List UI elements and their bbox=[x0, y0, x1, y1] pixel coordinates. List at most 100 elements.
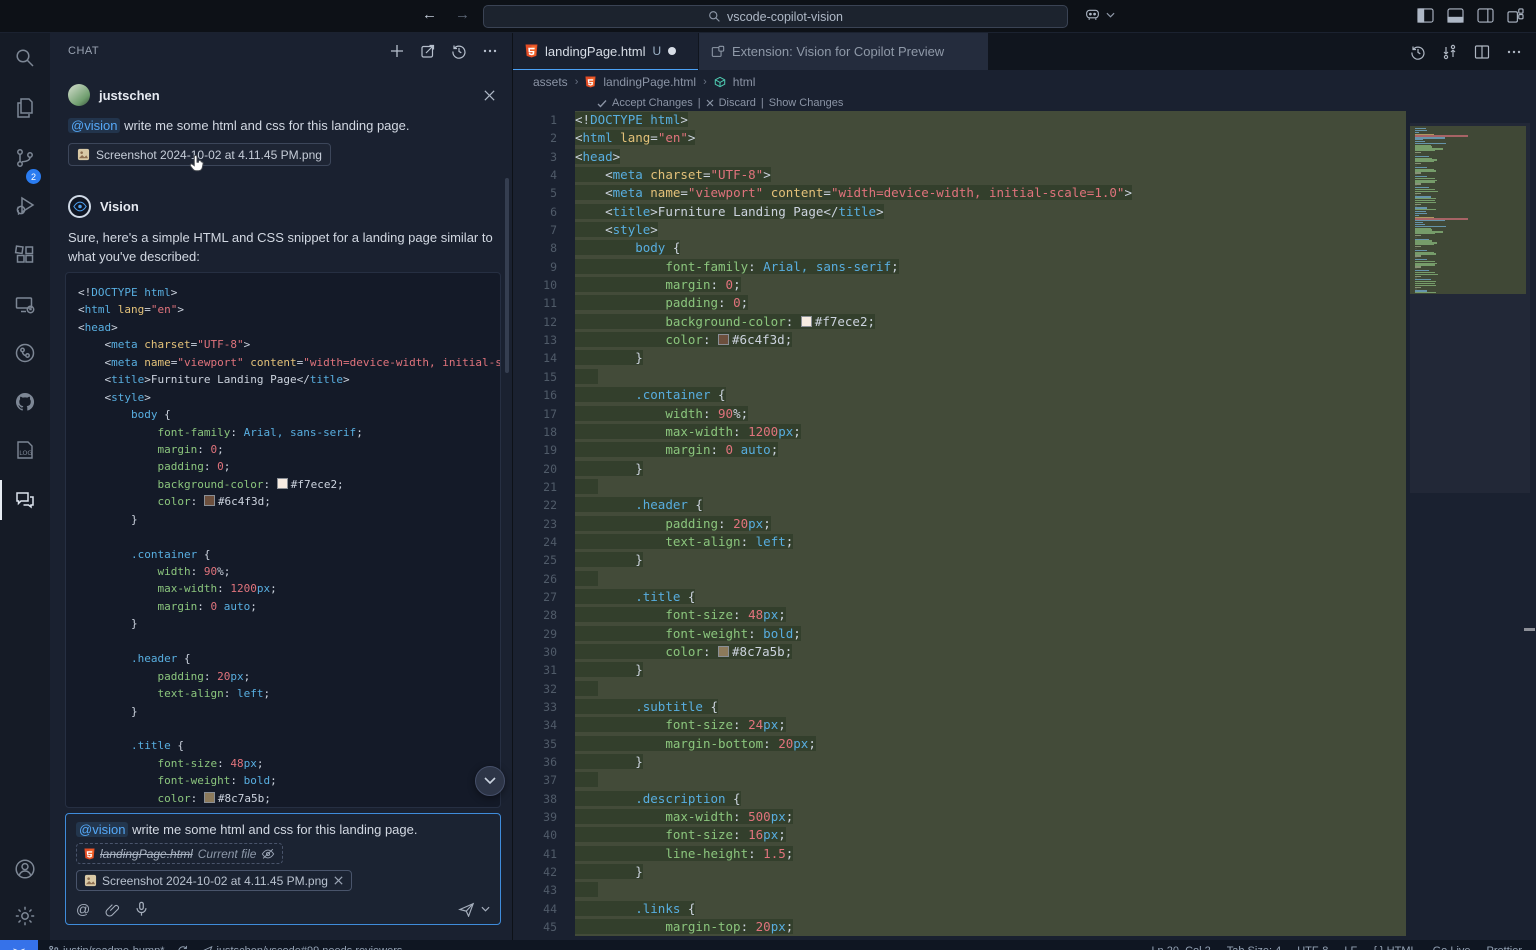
chat-input-text[interactable]: @vision write me some html and css for t… bbox=[76, 822, 490, 837]
status-item[interactable]: LF bbox=[1344, 945, 1357, 950]
git-graph-view-icon[interactable] bbox=[13, 341, 37, 365]
show-changes-link[interactable]: Show Changes bbox=[769, 97, 844, 109]
chat-history-icon[interactable] bbox=[451, 43, 467, 59]
chat-scrollbar[interactable] bbox=[505, 178, 509, 373]
status-item[interactable]: Go Live bbox=[1433, 945, 1471, 950]
toggle-secondary-sidebar-icon[interactable] bbox=[1477, 8, 1494, 23]
sync-icon[interactable] bbox=[177, 945, 189, 950]
back-arrow-icon[interactable]: ← bbox=[422, 6, 437, 23]
diff-inserted-text bbox=[575, 369, 598, 384]
search-view-icon[interactable] bbox=[13, 46, 37, 70]
vision-mention-chip[interactable]: @vision bbox=[68, 118, 120, 133]
code-editor[interactable]: 1<!DOCTYPE html>2<html lang="en">3<head>… bbox=[513, 111, 1406, 950]
code-token bbox=[78, 530, 98, 543]
gutter-spacer bbox=[557, 441, 575, 459]
assistant-message-header: Vision bbox=[68, 193, 139, 219]
code-token: DOCTYPE bbox=[91, 286, 137, 299]
export-chat-icon[interactable] bbox=[420, 43, 436, 59]
open-changes-icon[interactable] bbox=[1442, 44, 1458, 60]
chat-code-line: } bbox=[78, 703, 500, 720]
git-branch-item[interactable]: justin/readme-bump* bbox=[48, 945, 165, 950]
diff-inserted-text: width: 90%; bbox=[575, 406, 748, 421]
code-token: = bbox=[650, 130, 658, 145]
send-message-icon[interactable] bbox=[458, 902, 475, 917]
tab-extension-preview[interactable]: Extension: Vision for Copilot Preview bbox=[698, 33, 988, 70]
microphone-icon[interactable] bbox=[135, 901, 148, 917]
code-token: < bbox=[78, 303, 85, 316]
code-token: 20 bbox=[733, 516, 748, 531]
split-editor-icon[interactable] bbox=[1474, 44, 1490, 60]
new-chat-icon[interactable] bbox=[389, 43, 405, 59]
code-token: margin bbox=[665, 277, 710, 292]
gutter-spacer bbox=[557, 276, 575, 294]
close-message-icon[interactable] bbox=[483, 89, 496, 102]
code-token: margin bbox=[665, 442, 710, 457]
minimap[interactable] bbox=[1410, 93, 1536, 950]
pr-status-item[interactable]: justschen/vscode#99 needs reviewers bbox=[201, 945, 403, 950]
status-item[interactable]: Ln 20, Col 2 bbox=[1151, 945, 1210, 950]
remote-explorer-view-icon[interactable] bbox=[13, 293, 37, 317]
scroll-to-bottom-button[interactable] bbox=[475, 766, 505, 796]
chat-input-box[interactable]: @vision write me some html and css for t… bbox=[65, 813, 501, 925]
settings-gear-icon[interactable] bbox=[13, 904, 37, 928]
gutter-spacer bbox=[557, 148, 575, 166]
code-token: margin bbox=[157, 600, 197, 613]
code-token: "UTF-8" bbox=[711, 167, 764, 182]
run-debug-view-icon[interactable] bbox=[13, 194, 37, 218]
status-item[interactable]: Prettier bbox=[1487, 945, 1522, 950]
code-token: color bbox=[665, 332, 703, 347]
discard-link[interactable]: Discard bbox=[719, 97, 756, 109]
customize-layout-icon[interactable] bbox=[1507, 8, 1524, 23]
current-file-context-chip[interactable]: landingPage.html Current file bbox=[76, 843, 283, 864]
remove-attachment-icon[interactable] bbox=[333, 875, 344, 886]
breadcrumb-folder[interactable]: assets bbox=[533, 75, 568, 89]
accept-changes-link[interactable]: Accept Changes bbox=[612, 97, 693, 109]
code-token bbox=[575, 809, 665, 824]
tab-label: Extension: Vision for Copilot Preview bbox=[732, 44, 944, 59]
chat-view-icon[interactable] bbox=[13, 488, 37, 512]
explorer-view-icon[interactable] bbox=[13, 96, 37, 120]
forward-arrow-icon[interactable]: → bbox=[455, 6, 470, 23]
accounts-icon[interactable] bbox=[13, 857, 37, 881]
code-token: ; bbox=[778, 717, 786, 732]
gutter-spacer bbox=[557, 680, 575, 698]
color-swatch bbox=[277, 478, 288, 489]
tab-landingpage[interactable]: landingPage.html U bbox=[513, 33, 698, 70]
gutter-spacer bbox=[557, 771, 575, 789]
code-token: { bbox=[197, 548, 210, 561]
attach-file-icon[interactable] bbox=[105, 902, 120, 917]
source-control-view-icon[interactable] bbox=[13, 146, 37, 170]
code-token bbox=[575, 497, 635, 512]
extensions-view-icon[interactable] bbox=[13, 243, 37, 267]
remote-indicator[interactable]: >< bbox=[0, 940, 38, 950]
breadcrumb-file[interactable]: landingPage.html bbox=[603, 75, 696, 89]
eye-off-icon[interactable] bbox=[261, 848, 275, 860]
copilot-menu[interactable] bbox=[1084, 7, 1115, 22]
code-token: meta bbox=[613, 185, 643, 200]
status-item[interactable]: Tab Size: 4 bbox=[1227, 945, 1281, 950]
code-token: 24 bbox=[748, 717, 763, 732]
image-attachment-chip[interactable]: Screenshot 2024-10-02 at 4.11.45 PM.png bbox=[76, 870, 352, 891]
code-token: < bbox=[78, 356, 111, 369]
code-token: html bbox=[144, 286, 171, 299]
breadcrumb-symbol[interactable]: html bbox=[733, 75, 756, 89]
output-log-view-icon[interactable]: LOG bbox=[13, 438, 37, 462]
status-item[interactable]: UTF-8 bbox=[1297, 945, 1328, 950]
status-item[interactable]: { } HTML bbox=[1373, 945, 1416, 950]
line-number: 24 bbox=[513, 533, 557, 551]
github-view-icon[interactable] bbox=[13, 390, 37, 414]
more-actions-icon[interactable] bbox=[482, 43, 498, 59]
codelens-separator: | bbox=[698, 97, 701, 109]
mention-context-icon[interactable]: @ bbox=[76, 901, 90, 917]
send-options-chevron-icon[interactable] bbox=[481, 906, 490, 912]
toggle-sidebar-icon[interactable] bbox=[1417, 8, 1434, 23]
input-vision-mention-chip[interactable]: @vision bbox=[76, 822, 128, 837]
more-actions-icon[interactable] bbox=[1506, 44, 1522, 60]
command-center-search[interactable]: vscode-copilot-vision bbox=[483, 5, 1068, 28]
user-message-text: @vision write me some html and css for t… bbox=[68, 117, 492, 135]
scm-badge: 2 bbox=[26, 169, 41, 184]
toggle-panel-icon[interactable] bbox=[1447, 8, 1464, 23]
timeline-icon[interactable] bbox=[1410, 44, 1426, 60]
code-line: 11 padding: 0; bbox=[513, 294, 1406, 312]
tab-dirty-indicator[interactable] bbox=[668, 47, 676, 55]
